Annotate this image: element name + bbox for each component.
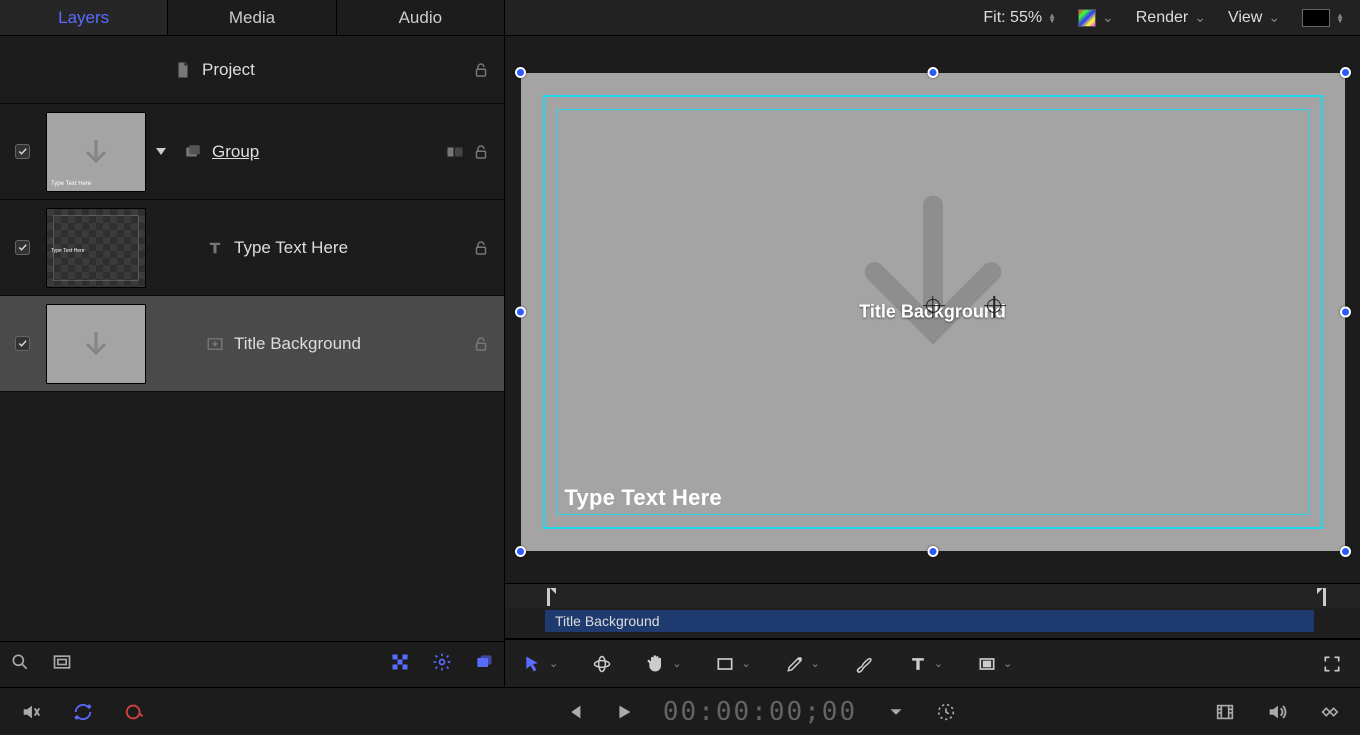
color-channels-dropdown[interactable]: ⌄ <box>1078 9 1114 27</box>
project-icon <box>174 61 192 79</box>
selection-handle[interactable] <box>1340 306 1351 317</box>
visibility-checkbox[interactable] <box>15 336 30 351</box>
transport-bar: 00:00:00;00 <box>0 687 1360 735</box>
layer-row-title-background[interactable]: Title Background <box>0 296 504 392</box>
chevron-down-icon: ⌄ <box>1003 657 1012 670</box>
selection-handle[interactable] <box>1340 546 1351 557</box>
tab-audio[interactable]: Audio <box>337 0 504 35</box>
right-panel: Fit: 55% ▲▼ ⌄ Render ⌄ View ⌄ ▲▼ <box>505 0 1360 687</box>
stack-icon[interactable] <box>474 652 494 677</box>
tab-layers[interactable]: Layers <box>0 0 168 35</box>
text-layer-label: Type Text Here <box>234 238 348 258</box>
zoom-fit-control[interactable]: Fit: 55% ▲▼ <box>983 9 1056 27</box>
brush-tool[interactable] <box>854 654 874 674</box>
layer-thumbnail: Type Text Here <box>46 208 146 288</box>
chevron-down-icon: ⌄ <box>741 657 750 670</box>
timecode-dropdown-icon[interactable] <box>885 701 907 723</box>
mini-timeline[interactable]: Title Background <box>505 583 1360 639</box>
left-panel-footer <box>0 641 504 687</box>
fullscreen-tool[interactable] <box>1322 654 1342 674</box>
group-label: Group <box>212 142 259 162</box>
layer-list: Project Type Text Here <box>0 36 504 641</box>
rectangle-tool[interactable]: ⌄ <box>715 654 750 674</box>
color-well-icon <box>1302 9 1330 27</box>
loop-icon[interactable] <box>72 701 94 723</box>
chevron-down-icon: ⌄ <box>811 657 820 670</box>
3d-transform-tool[interactable] <box>592 654 612 674</box>
group-icon <box>184 143 202 161</box>
lock-icon[interactable] <box>472 143 490 161</box>
mute-icon[interactable] <box>20 701 42 723</box>
chevron-down-icon: ⌄ <box>1268 9 1280 26</box>
canvas-text-layer[interactable]: Type Text Here <box>565 485 722 511</box>
visibility-checkbox[interactable] <box>15 144 30 159</box>
stepper-icon: ▲▼ <box>1336 13 1344 23</box>
clock-icon[interactable] <box>935 701 957 723</box>
selection-handle[interactable] <box>927 546 938 557</box>
placeholder-icon <box>206 335 224 353</box>
go-to-start-icon[interactable] <box>563 701 585 723</box>
gear-icon[interactable] <box>432 652 452 677</box>
play-icon[interactable] <box>613 701 635 723</box>
film-icon[interactable] <box>1214 701 1236 723</box>
text-tool[interactable]: ⌄ <box>908 654 943 674</box>
canvas-area[interactable]: Title Background Type Text Here <box>505 36 1360 583</box>
record-icon[interactable] <box>124 701 146 723</box>
dropzone-arrow-icon <box>813 180 1053 385</box>
mask-tool[interactable]: ⌄ <box>977 654 1012 674</box>
selection-handle[interactable] <box>515 67 526 78</box>
panel-tabs: Layers Media Audio <box>0 0 504 36</box>
playhead-in-marker-icon[interactable] <box>545 588 557 611</box>
left-panel: Layers Media Audio Project <box>0 0 505 687</box>
search-icon[interactable] <box>10 652 30 677</box>
layer-thumbnail <box>46 304 146 384</box>
layer-row-group[interactable]: Type Text Here Group <box>0 104 504 200</box>
chevron-down-icon: ⌄ <box>549 657 558 670</box>
checker-icon[interactable] <box>390 652 410 677</box>
playhead-out-marker-icon[interactable] <box>1316 588 1328 611</box>
selection-handle[interactable] <box>515 306 526 317</box>
selection-handle[interactable] <box>1340 67 1351 78</box>
chevron-down-icon: ⌄ <box>1194 9 1206 26</box>
title-background-label: Title Background <box>234 334 361 354</box>
canvas[interactable]: Title Background Type Text Here <box>521 73 1345 551</box>
selection-handle[interactable] <box>927 67 938 78</box>
canvas-toolbar: ⌄ ⌄ ⌄ ⌄ <box>505 639 1360 687</box>
bg-color-well[interactable]: ▲▼ <box>1302 9 1344 27</box>
lock-icon[interactable] <box>472 335 490 353</box>
text-icon <box>206 239 224 257</box>
clip-label: Title Background <box>555 613 660 629</box>
layer-thumbnail: Type Text Here <box>46 112 146 192</box>
frame-icon[interactable] <box>52 652 72 677</box>
pan-tool[interactable]: ⌄ <box>646 654 681 674</box>
tab-media[interactable]: Media <box>168 0 336 35</box>
visibility-checkbox[interactable] <box>15 240 30 255</box>
layer-row-text[interactable]: Type Text Here Type Text Here <box>0 200 504 296</box>
lock-icon[interactable] <box>472 239 490 257</box>
chevron-down-icon: ⌄ <box>1102 9 1114 26</box>
chevron-down-icon: ⌄ <box>934 657 943 670</box>
viewer-toolbar: Fit: 55% ▲▼ ⌄ Render ⌄ View ⌄ ▲▼ <box>505 0 1360 36</box>
anchor-target-icon[interactable] <box>987 299 1001 313</box>
lock-icon[interactable] <box>472 61 490 79</box>
timecode-display[interactable]: 00:00:00;00 <box>663 697 857 727</box>
render-dropdown[interactable]: Render ⌄ <box>1136 9 1206 27</box>
chevron-down-icon: ⌄ <box>672 657 681 670</box>
volume-icon[interactable] <box>1266 701 1288 723</box>
pen-tool[interactable]: ⌄ <box>785 654 820 674</box>
select-tool[interactable]: ⌄ <box>523 654 558 674</box>
dropzone-icon[interactable] <box>446 143 464 161</box>
stepper-icon: ▲▼ <box>1048 13 1056 23</box>
anchor-target-icon[interactable] <box>926 299 940 313</box>
project-label: Project <box>202 60 255 80</box>
timeline-clip[interactable]: Title Background <box>545 610 1314 632</box>
selection-handle[interactable] <box>515 546 526 557</box>
view-dropdown[interactable]: View ⌄ <box>1228 9 1280 27</box>
layer-row-project[interactable]: Project <box>0 36 504 104</box>
keyframes-icon[interactable] <box>1318 701 1340 723</box>
color-swatch-icon <box>1078 9 1096 27</box>
disclosure-triangle-icon[interactable] <box>156 148 166 155</box>
